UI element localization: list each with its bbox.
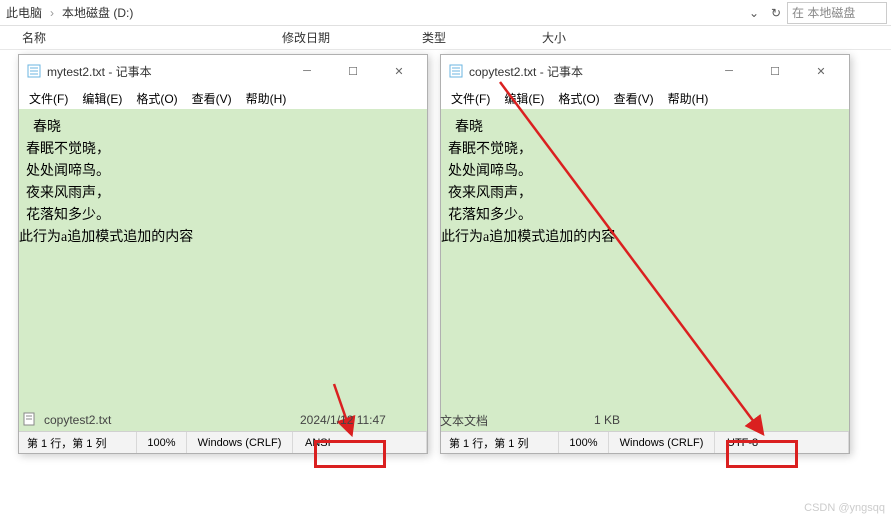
status-eol: Windows (CRLF) bbox=[187, 432, 293, 453]
menubar: 文件(F) 编辑(E) 格式(O) 查看(V) 帮助(H) bbox=[441, 87, 849, 109]
col-type[interactable]: 类型 bbox=[422, 29, 542, 46]
crumb-drive[interactable]: 本地磁盘 (D:) bbox=[60, 4, 135, 21]
col-name[interactable]: 名称 bbox=[22, 29, 282, 46]
address-bar: 此电脑 › 本地磁盘 (D:) ⌄ ↻ 在 本地磁盘 bbox=[0, 0, 891, 26]
status-position: 第 1 行，第 1 列 bbox=[441, 432, 559, 453]
statusbar: 第 1 行，第 1 列 100% Windows (CRLF) UTF-8 bbox=[441, 431, 849, 453]
file-size: 1 KB bbox=[560, 413, 660, 427]
file-date: 2024/1/12 11:47 bbox=[300, 413, 440, 427]
dropdown-button[interactable]: ⌄ bbox=[743, 2, 765, 24]
window-title: copytest2.txt - 记事本 bbox=[469, 63, 703, 80]
search-input[interactable]: 在 本地磁盘 bbox=[787, 2, 887, 24]
maximize-button[interactable]: ☐ bbox=[755, 57, 795, 85]
close-button[interactable]: ✕ bbox=[379, 57, 419, 85]
status-encoding: UTF-8 bbox=[715, 432, 849, 453]
notepad-window-left: mytest2.txt - 记事本 ─ ☐ ✕ 文件(F) 编辑(E) 格式(O… bbox=[18, 54, 428, 454]
watermark: CSDN @yngsqq bbox=[804, 502, 885, 514]
text-content: 春晓 春眠不觉晓， 处处闻啼鸟。 夜来风雨声， 花落知多少。 此行为a追加模式追… bbox=[19, 117, 427, 249]
menu-view[interactable]: 查看(V) bbox=[608, 88, 660, 109]
text-content: 春晓 春眠不觉晓， 处处闻啼鸟。 夜来风雨声， 花落知多少。 此行为a追加模式追… bbox=[441, 117, 849, 249]
menu-edit[interactable]: 编辑(E) bbox=[76, 88, 128, 109]
notepad-icon bbox=[27, 64, 41, 78]
minimize-button[interactable]: ─ bbox=[709, 57, 749, 85]
status-zoom: 100% bbox=[137, 432, 187, 453]
statusbar: 第 1 行，第 1 列 100% Windows (CRLF) ANSI bbox=[19, 431, 427, 453]
file-list-row[interactable]: copytest2.txt 2024/1/12 11:47 文本文档 1 KB bbox=[22, 410, 891, 430]
status-position: 第 1 行，第 1 列 bbox=[19, 432, 137, 453]
titlebar[interactable]: copytest2.txt - 记事本 ─ ☐ ✕ bbox=[441, 55, 849, 87]
minimize-button[interactable]: ─ bbox=[287, 57, 327, 85]
windows-area: mytest2.txt - 记事本 ─ ☐ ✕ 文件(F) 编辑(E) 格式(O… bbox=[0, 50, 891, 466]
col-date[interactable]: 修改日期 bbox=[282, 29, 422, 46]
menu-format[interactable]: 格式(O) bbox=[130, 88, 183, 109]
column-headers: 名称 修改日期 类型 大小 bbox=[0, 26, 891, 50]
text-area[interactable]: 春晓 春眠不觉晓， 处处闻啼鸟。 夜来风雨声， 花落知多少。 此行为a追加模式追… bbox=[19, 109, 427, 431]
chevron-right-icon: › bbox=[48, 6, 56, 20]
text-area[interactable]: 春晓 春眠不觉晓， 处处闻啼鸟。 夜来风雨声， 花落知多少。 此行为a追加模式追… bbox=[441, 109, 849, 431]
breadcrumb[interactable]: 此电脑 › 本地磁盘 (D:) bbox=[4, 4, 743, 21]
menu-format[interactable]: 格式(O) bbox=[552, 88, 605, 109]
menu-edit[interactable]: 编辑(E) bbox=[498, 88, 550, 109]
menu-file[interactable]: 文件(F) bbox=[23, 88, 74, 109]
status-encoding: ANSI bbox=[293, 432, 427, 453]
col-size[interactable]: 大小 bbox=[542, 29, 642, 46]
menu-file[interactable]: 文件(F) bbox=[445, 88, 496, 109]
refresh-button[interactable]: ↻ bbox=[765, 2, 787, 24]
menu-view[interactable]: 查看(V) bbox=[186, 88, 238, 109]
menu-help[interactable]: 帮助(H) bbox=[240, 88, 293, 109]
titlebar[interactable]: mytest2.txt - 记事本 ─ ☐ ✕ bbox=[19, 55, 427, 87]
status-eol: Windows (CRLF) bbox=[609, 432, 715, 453]
menubar: 文件(F) 编辑(E) 格式(O) 查看(V) 帮助(H) bbox=[19, 87, 427, 109]
maximize-button[interactable]: ☐ bbox=[333, 57, 373, 85]
menu-help[interactable]: 帮助(H) bbox=[662, 88, 715, 109]
notepad-icon bbox=[449, 64, 463, 78]
window-title: mytest2.txt - 记事本 bbox=[47, 63, 281, 80]
crumb-pc[interactable]: 此电脑 bbox=[4, 4, 44, 21]
status-zoom: 100% bbox=[559, 432, 609, 453]
text-file-icon bbox=[22, 412, 38, 428]
file-name: copytest2.txt bbox=[44, 413, 300, 427]
file-type: 文本文档 bbox=[440, 412, 560, 429]
close-button[interactable]: ✕ bbox=[801, 57, 841, 85]
notepad-window-right: copytest2.txt - 记事本 ─ ☐ ✕ 文件(F) 编辑(E) 格式… bbox=[440, 54, 850, 454]
